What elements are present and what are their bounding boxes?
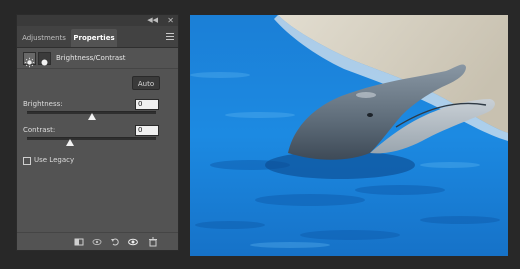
canvas-image [190, 15, 508, 256]
reset-icon[interactable] [110, 237, 120, 247]
view-previous-state-icon[interactable] [92, 237, 102, 247]
panel-topbar: ◀◀ ✕ [17, 15, 178, 26]
properties-panel: ◀◀ ✕ Adjustments Properties Brightness/C… [17, 15, 178, 250]
use-legacy-checkbox[interactable] [23, 157, 31, 165]
trash-icon[interactable] [148, 237, 158, 247]
close-icon[interactable]: ✕ [167, 15, 174, 26]
contrast-slider-thumb[interactable] [66, 139, 74, 146]
adjustment-title: Brightness/Contrast [56, 54, 126, 62]
contrast-input[interactable] [135, 125, 159, 136]
workspace: ◀◀ ✕ Adjustments Properties Brightness/C… [0, 0, 520, 269]
panel-footer [17, 232, 178, 251]
collapse-icon[interactable]: ◀◀ [147, 15, 158, 26]
brightness-label: Brightness: [23, 100, 63, 108]
panel-menu-icon[interactable] [166, 33, 174, 40]
auto-button[interactable]: Auto [132, 76, 160, 90]
clip-to-layer-icon[interactable] [74, 237, 84, 247]
dolphin-photo [190, 15, 508, 256]
contrast-label: Contrast: [23, 126, 56, 134]
brightness-slider-thumb[interactable] [87, 113, 96, 120]
visibility-icon[interactable] [128, 237, 138, 247]
tab-properties[interactable]: Properties [71, 29, 117, 47]
brightness-contrast-icon [23, 52, 36, 68]
layer-mask-icon[interactable] [38, 52, 51, 66]
use-legacy-label: Use Legacy [34, 156, 75, 164]
brightness-input[interactable] [135, 99, 159, 110]
tab-adjustments[interactable]: Adjustments [19, 29, 69, 47]
properties-header: Brightness/Contrast [17, 48, 178, 69]
panel-tabbar: Adjustments Properties [17, 26, 178, 48]
contrast-slider-track[interactable] [27, 137, 156, 140]
